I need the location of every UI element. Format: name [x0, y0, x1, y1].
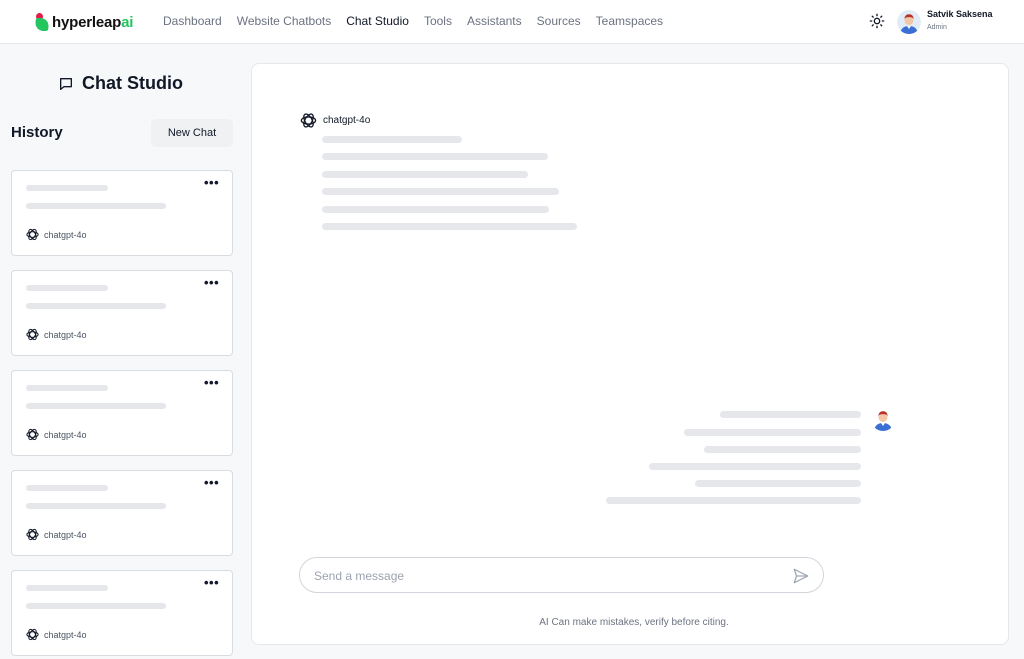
model-label: chatgpt-4o [44, 429, 87, 440]
sun-icon [869, 13, 885, 29]
user-role: Admin [927, 24, 947, 31]
more-options-icon[interactable]: ••• [204, 176, 220, 189]
model-label: chatgpt-4o [44, 229, 87, 240]
skeleton-line [26, 203, 166, 209]
nav-teamspaces[interactable]: Teamspaces [596, 14, 663, 28]
page-title-text: Chat Studio [82, 73, 183, 93]
skeleton-line [322, 206, 549, 213]
more-options-icon[interactable]: ••• [204, 576, 220, 589]
logo-icon [33, 13, 51, 31]
user-name: Satvik Saksena [927, 9, 993, 19]
page-title: Chat Studio [58, 73, 183, 94]
history-heading: History [11, 124, 63, 141]
user-avatar[interactable] [897, 10, 921, 34]
skeleton-line [26, 585, 108, 591]
openai-icon [26, 628, 39, 641]
model-label: chatgpt-4o [44, 329, 87, 340]
user-message-avatar [871, 407, 895, 431]
nav-chat-studio[interactable]: Chat Studio [346, 14, 409, 28]
skeleton-line [26, 303, 166, 309]
skeleton-line [322, 136, 462, 143]
chat-bubble-icon [60, 77, 72, 90]
openai-icon [26, 428, 39, 441]
skeleton-line [695, 480, 861, 487]
top-navbar: hyperleapai Dashboard Website Chatbots C… [0, 0, 1024, 44]
history-card[interactable]: ••• chatgpt-4o [11, 270, 233, 356]
disclaimer-text: AI Can make mistakes, verify before citi… [539, 617, 729, 628]
openai-icon [26, 528, 39, 541]
openai-icon [26, 328, 39, 341]
chat-panel: chatgpt-4o AI Can make mistakes, verify … [251, 63, 1009, 645]
model-tag: chatgpt-4o [25, 327, 87, 342]
bot-message-header: chatgpt-4o [299, 111, 370, 130]
skeleton-line [322, 188, 559, 195]
brand-logo[interactable]: hyperleapai [33, 11, 134, 33]
bot-model-label: chatgpt-4o [323, 115, 371, 126]
model-tag: chatgpt-4o [25, 227, 87, 242]
model-tag: chatgpt-4o [25, 527, 87, 542]
skeleton-line [649, 463, 861, 470]
model-label: chatgpt-4o [44, 529, 87, 540]
nav-tools[interactable]: Tools [424, 14, 452, 28]
message-input-box [299, 557, 824, 593]
skeleton-line [720, 411, 861, 418]
skeleton-line [26, 185, 108, 191]
more-options-icon[interactable]: ••• [204, 476, 220, 489]
history-card[interactable]: ••• chatgpt-4o [11, 570, 233, 656]
skeleton-line [322, 153, 548, 160]
more-options-icon[interactable]: ••• [204, 276, 220, 289]
skeleton-line [606, 497, 861, 504]
nav-sources[interactable]: Sources [537, 14, 581, 28]
nav-dashboard[interactable]: Dashboard [163, 14, 222, 28]
message-input[interactable] [314, 567, 774, 585]
model-tag: chatgpt-4o [25, 427, 87, 442]
skeleton-line [322, 223, 577, 230]
skeleton-line [704, 446, 861, 453]
main-nav: Dashboard Website Chatbots Chat Studio T… [163, 14, 678, 28]
skeleton-line [26, 285, 108, 291]
skeleton-line [322, 171, 528, 178]
skeleton-line [684, 429, 861, 436]
brand-name: hyperleapai [52, 13, 134, 31]
openai-icon [26, 228, 39, 241]
skeleton-line [26, 603, 166, 609]
history-card[interactable]: ••• chatgpt-4o [11, 170, 233, 256]
nav-website-chatbots[interactable]: Website Chatbots [237, 14, 332, 28]
history-card[interactable]: ••• chatgpt-4o [11, 370, 233, 456]
skeleton-line [26, 503, 166, 509]
model-label: chatgpt-4o [44, 629, 87, 640]
skeleton-line [26, 485, 108, 491]
more-options-icon[interactable]: ••• [204, 376, 220, 389]
new-chat-button[interactable]: New Chat [151, 119, 233, 147]
send-icon[interactable] [792, 567, 810, 585]
openai-icon [300, 113, 317, 128]
skeleton-line [26, 385, 108, 391]
theme-toggle-button[interactable] [868, 12, 886, 30]
model-tag: chatgpt-4o [25, 627, 87, 642]
skeleton-line [26, 403, 166, 409]
history-card[interactable]: ••• chatgpt-4o [11, 470, 233, 556]
nav-assistants[interactable]: Assistants [467, 14, 522, 28]
